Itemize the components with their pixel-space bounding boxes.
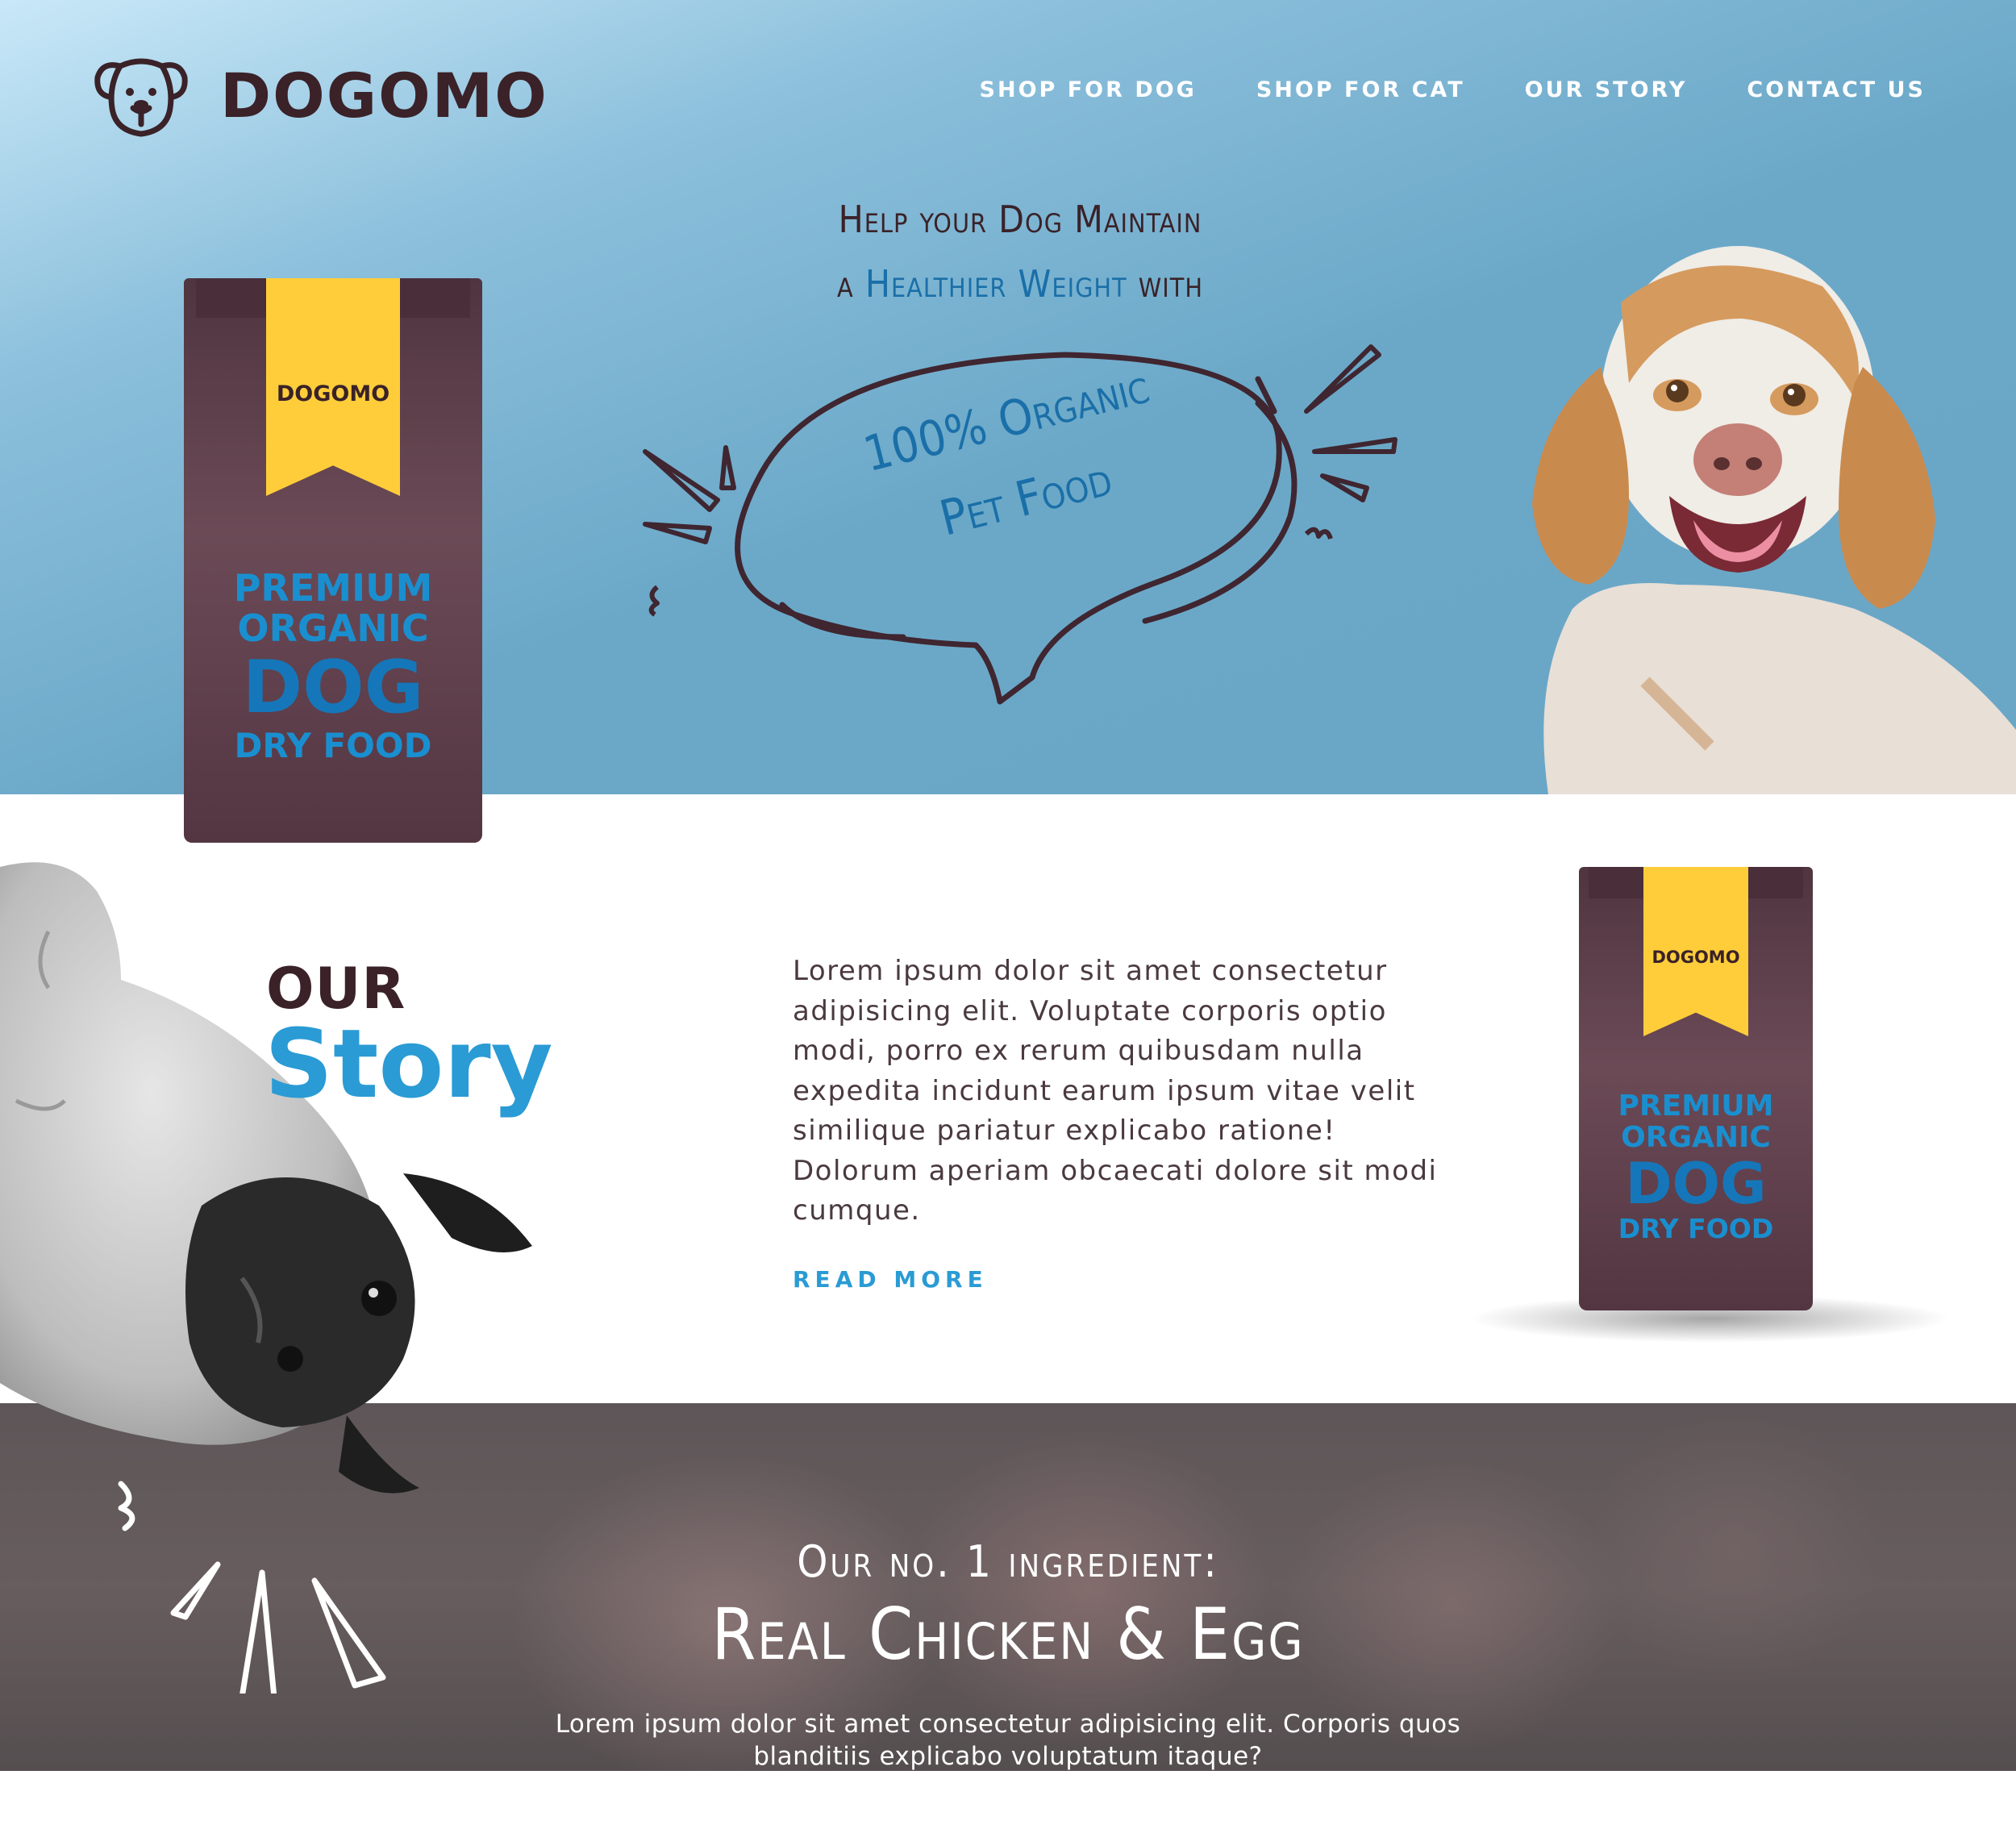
- main-nav: SHOP FOR DOG SHOP FOR CAT OUR STORY CONT…: [980, 77, 1926, 102]
- ingredient-kicker: Our no. 1 ingredient:: [797, 1536, 1219, 1587]
- beagle-photo: [1532, 246, 2016, 794]
- brand-name: DOGOMO: [220, 59, 548, 131]
- story-body: Lorem ipsum dolor sit amet consectetur a…: [793, 955, 1438, 1227]
- read-more-link[interactable]: READ MORE: [793, 1266, 988, 1293]
- bag-label-line-4: DRY FOOD: [1618, 1213, 1774, 1245]
- story-heading-big: Story: [264, 1008, 553, 1119]
- story-product-bag[interactable]: DOGOMO PREMIUM ORGANIC DOG DRY FOOD: [1579, 867, 1813, 1310]
- nav-shop-for-dog[interactable]: SHOP FOR DOG: [980, 77, 1197, 102]
- bag-label-line-3: DOG: [1625, 1150, 1767, 1217]
- bag-label-line-4: DRY FOOD: [234, 725, 432, 765]
- bag-brand: DOGOMO: [276, 381, 390, 406]
- bag-label-line-1: PREMIUM: [233, 566, 433, 610]
- tagline-post: with: [1127, 262, 1203, 306]
- bag-label-line-3: DOG: [242, 645, 424, 731]
- nav-our-story[interactable]: OUR STORY: [1525, 77, 1688, 102]
- ingredient-body: Lorem ipsum dolor sit amet consectetur a…: [555, 1710, 1461, 1771]
- ingredient-title: Real Chicken & Egg: [711, 1593, 1305, 1676]
- nav-shop-for-cat[interactable]: SHOP FOR CAT: [1256, 77, 1465, 102]
- hero-tagline: Help your Dog Maintain a Healthier Weigh…: [758, 187, 1282, 316]
- tagline-line-2: a Healthier Weight with: [758, 252, 1282, 316]
- bag-label-line-1: PREMIUM: [1618, 1089, 1774, 1123]
- brand-logo[interactable]: DOGOMO: [93, 50, 548, 140]
- tagline-line-1: Help your Dog Maintain: [838, 198, 1202, 241]
- tagline-highlight: Healthier Weight: [864, 262, 1127, 306]
- bag-label-line-2: ORGANIC: [237, 606, 429, 650]
- nav-contact-us[interactable]: CONTACT US: [1747, 77, 1926, 102]
- bag-brand: DOGOMO: [1652, 948, 1740, 967]
- hero-product-bag[interactable]: DOGOMO PREMIUM ORGANIC DOG DRY FOOD: [184, 278, 482, 843]
- tagline-pre: a: [837, 262, 865, 306]
- bag-label: PREMIUM ORGANIC DOG DRY FOOD: [1579, 1089, 1813, 1245]
- bag-label-line-2: ORGANIC: [1621, 1120, 1771, 1154]
- bag-label: PREMIUM ORGANIC DOG DRY FOOD: [184, 566, 482, 765]
- page-bottom-strip: [0, 1771, 2016, 1829]
- dog-face-icon: [94, 58, 188, 137]
